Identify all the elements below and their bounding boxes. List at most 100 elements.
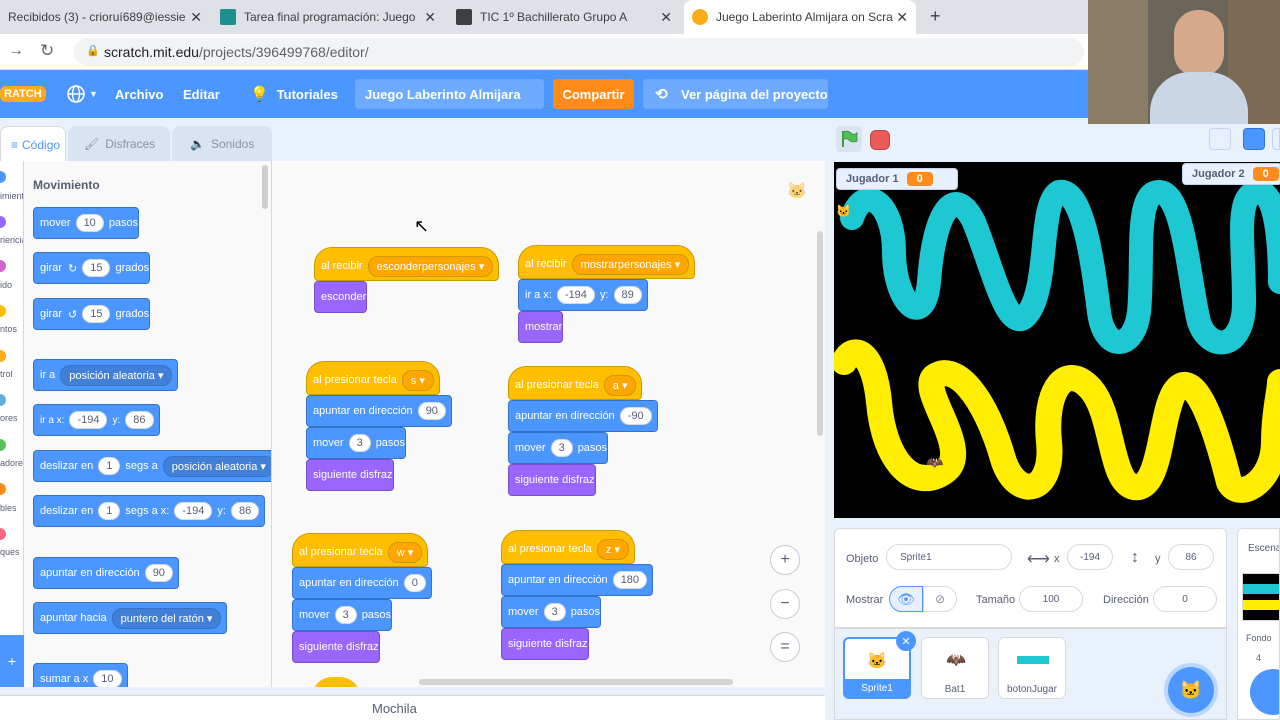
- hat-when-key-pressed[interactable]: al presionar tecla s ▾: [306, 361, 440, 395]
- category-operators-icon[interactable]: [0, 439, 6, 451]
- script-workspace[interactable]: 🐱 ↖ al recibir esconderpersonajes ▾ escon…: [272, 161, 825, 687]
- category-label[interactable]: ores: [0, 413, 23, 423]
- block-number-input[interactable]: 3: [543, 603, 566, 621]
- hat-when-receive[interactable]: al recibir esconderpersonajes ▾: [314, 247, 500, 281]
- block-dropdown[interactable]: posición aleatoria ▾: [60, 364, 173, 386]
- normal-stage-icon[interactable]: [1243, 128, 1265, 150]
- category-control-icon[interactable]: [0, 350, 6, 362]
- block-number-input[interactable]: 90: [144, 564, 173, 582]
- menu-editar[interactable]: Editar: [183, 70, 220, 118]
- show-visible-eye-icon[interactable]: 👁: [889, 586, 923, 612]
- block-dropdown[interactable]: esconderpersonajes ▾: [367, 255, 494, 277]
- sprite-thumb-sprite1[interactable]: 🐱 ✕ Sprite1: [843, 631, 916, 699]
- category-sound-icon[interactable]: [0, 260, 6, 272]
- hat-when-key-pressed[interactable]: al presionar tecla a ▾: [508, 366, 643, 400]
- menu-tutoriales[interactable]: 💡 Tutoriales: [250, 70, 338, 118]
- add-backdrop-button[interactable]: [1250, 669, 1279, 715]
- category-label[interactable]: ntos: [0, 324, 23, 334]
- block-point-direction[interactable]: apuntar en dirección 90: [306, 395, 452, 427]
- block-number-input[interactable]: 180: [612, 571, 648, 589]
- close-icon[interactable]: ✕: [896, 9, 908, 26]
- block-show[interactable]: mostrar: [518, 311, 564, 343]
- delete-sprite-icon[interactable]: ✕: [896, 631, 916, 651]
- forward-arrow-icon[interactable]: →: [8, 42, 24, 60]
- palette-scrollbar[interactable]: [262, 165, 268, 209]
- block-turn-right[interactable]: girar ↻ 15 grados: [33, 252, 151, 284]
- category-events-icon[interactable]: [0, 305, 6, 317]
- block-hide[interactable]: esconder: [314, 281, 368, 313]
- block-dropdown[interactable]: posición aleatoria ▾: [162, 455, 271, 477]
- direction-input[interactable]: 0: [1153, 586, 1217, 612]
- block-next-costume[interactable]: siguiente disfraz: [508, 464, 596, 496]
- block-move-steps[interactable]: mover 10 pasos: [33, 207, 140, 239]
- block-point-direction[interactable]: apuntar en dirección -90: [508, 400, 658, 432]
- hide-eye-slash-icon[interactable]: ⊘: [923, 586, 957, 612]
- block-number-input[interactable]: 3: [334, 606, 357, 624]
- block-number-input[interactable]: 90: [417, 402, 446, 420]
- sprite-thumb-botonjugar[interactable]: botonJugar: [998, 637, 1066, 699]
- block-number-input[interactable]: 15: [82, 305, 111, 323]
- hat-when-receive[interactable]: al recibir mostrarpersonajes ▾: [518, 245, 696, 279]
- fullscreen-icon[interactable]: [1272, 128, 1280, 150]
- block-next-costume[interactable]: siguiente disfraz: [292, 631, 380, 663]
- language-globe-icon[interactable]: ▼: [66, 70, 98, 118]
- block-number-input[interactable]: 0: [403, 574, 426, 592]
- block-number-input[interactable]: -194: [69, 411, 108, 429]
- block-dropdown[interactable]: a ▾: [603, 374, 637, 396]
- zoom-out-button[interactable]: −: [770, 589, 800, 619]
- block-number-input[interactable]: 1: [98, 502, 121, 520]
- category-myblocks-icon[interactable]: [0, 528, 6, 540]
- add-sprite-button[interactable]: 🐱: [1168, 667, 1214, 713]
- block-goto-xy[interactable]: ir a x: -194 y: 86: [33, 404, 160, 436]
- category-label[interactable]: bles: [0, 503, 23, 513]
- vertical-scrollbar[interactable]: [817, 231, 823, 436]
- tab-sounds[interactable]: 🔈 Sonidos: [172, 126, 272, 162]
- zoom-reset-button[interactable]: =: [770, 632, 800, 662]
- block-goto[interactable]: ir a posición aleatoria ▾: [33, 359, 179, 391]
- block-glide-to[interactable]: deslizar en 1 segs a posición aleatoria ▾: [33, 450, 271, 482]
- backdrop-thumbnail[interactable]: [1242, 573, 1279, 621]
- block-point-towards[interactable]: apuntar hacia puntero del ratón ▾: [33, 602, 228, 634]
- category-variables-icon[interactable]: [0, 483, 6, 495]
- block-number-input[interactable]: 86: [125, 411, 154, 429]
- block-number-input[interactable]: -194: [174, 502, 213, 520]
- category-label[interactable]: riencia: [0, 235, 23, 245]
- browser-tab-tic[interactable]: TIC 1º Bachillerato Grupo A ✕: [448, 0, 680, 34]
- block-number-input[interactable]: 89: [613, 286, 642, 304]
- add-extension-button[interactable]: +: [0, 635, 24, 687]
- block-number-input[interactable]: 86: [230, 502, 260, 520]
- block-next-costume[interactable]: siguiente disfraz: [501, 628, 589, 660]
- reload-icon[interactable]: ↻: [40, 41, 54, 61]
- block-dropdown[interactable]: mostrarpersonajes ▾: [571, 253, 690, 275]
- hat-when-key-pressed[interactable]: al presionar tecla z ▾: [501, 530, 635, 564]
- scratch-logo[interactable]: RATCH: [0, 70, 46, 118]
- see-project-page-button[interactable]: ⟲ Ver página del proyecto: [643, 79, 828, 109]
- close-icon[interactable]: ✕: [660, 9, 672, 26]
- block-dropdown[interactable]: w ▾: [387, 541, 423, 563]
- browser-tab-gmail[interactable]: Recibidos (3) - crioruí689@iessie ✕: [0, 0, 210, 34]
- stop-button[interactable]: [870, 130, 890, 150]
- browser-tab-scratch[interactable]: Juego Laberinto Almijara on Scra ✕: [684, 0, 916, 34]
- block-dropdown[interactable]: s ▾: [401, 369, 434, 391]
- block-turn-left[interactable]: girar ↺ 15 grados: [33, 298, 151, 330]
- block-next-costume[interactable]: siguiente disfraz: [306, 459, 394, 491]
- block-dropdown[interactable]: puntero del ratón ▾: [111, 607, 222, 629]
- small-stage-icon[interactable]: [1209, 128, 1231, 150]
- url-field[interactable]: 🔒 scratch.mit.edu/projects/396499768/edi…: [74, 38, 1084, 66]
- block-point-direction[interactable]: apuntar en dirección 0: [292, 567, 432, 599]
- x-position-input[interactable]: -194: [1067, 544, 1113, 570]
- block-number-input[interactable]: 1: [98, 457, 121, 475]
- project-title-input[interactable]: Juego Laberinto Almijara: [355, 79, 544, 109]
- partial-hat-block[interactable]: [312, 677, 360, 687]
- category-sensing-icon[interactable]: [0, 394, 6, 406]
- block-number-input[interactable]: 10: [75, 214, 104, 232]
- block-number-input[interactable]: -90: [619, 407, 652, 425]
- category-motion-icon[interactable]: [0, 171, 6, 183]
- sprite-thumb-bat1[interactable]: 🦇 Bat1: [921, 637, 989, 699]
- block-number-input[interactable]: 3: [550, 439, 573, 457]
- block-dropdown[interactable]: z ▾: [596, 538, 629, 560]
- block-move-steps[interactable]: mover 3 pasos: [292, 599, 393, 631]
- green-flag-button[interactable]: [836, 126, 862, 152]
- block-number-input[interactable]: -194: [556, 286, 595, 304]
- block-number-input[interactable]: 3: [348, 434, 371, 452]
